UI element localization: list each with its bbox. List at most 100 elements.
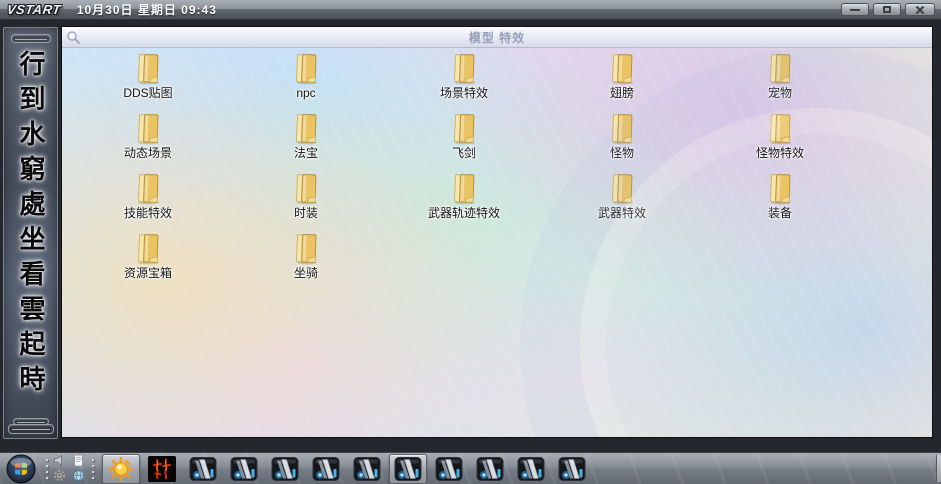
folder-label: 怪物: [610, 146, 634, 160]
folder-label: 场景特效: [440, 86, 488, 100]
folder-item[interactable]: 动态场景: [69, 110, 227, 170]
dark-app-icon: [476, 455, 504, 483]
globe-icon[interactable]: [72, 469, 85, 482]
minimize-icon: [850, 9, 860, 11]
folder-item[interactable]: 武器轨迹特效: [385, 170, 543, 230]
dark-app-icon: [353, 455, 381, 483]
taskbar-app-button[interactable]: [348, 454, 386, 484]
folder-icon: [289, 113, 323, 145]
dark-app-icon: [394, 455, 422, 483]
maximize-icon: [883, 6, 891, 13]
folder-icon: [605, 53, 639, 85]
folder-item[interactable]: 技能特效: [69, 170, 227, 230]
folder-icon: [605, 173, 639, 205]
folder-icon: [447, 173, 481, 205]
sidebar-poem: 行到水窮處坐看雲起時: [12, 50, 49, 400]
folder-item[interactable]: 武器特效: [543, 170, 701, 230]
search-bar[interactable]: 模型 特效: [62, 27, 932, 48]
folder-item[interactable]: 装备: [701, 170, 859, 230]
taskbar-app-button[interactable]: [307, 454, 345, 484]
taskbar-app-button[interactable]: [553, 454, 591, 484]
taskbar-app-button[interactable]: [512, 454, 550, 484]
minimize-button[interactable]: [841, 3, 869, 16]
taskbar-app-button[interactable]: [389, 454, 427, 484]
folder-label: 武器轨迹特效: [428, 206, 500, 220]
taskbar-app-button[interactable]: [471, 454, 509, 484]
sun-icon: [108, 456, 134, 482]
speaker-icon[interactable]: [53, 454, 66, 467]
folder-icon: [763, 173, 797, 205]
flame-calligraphy-icon: [148, 456, 176, 482]
folder-label: 坐骑: [294, 266, 318, 280]
folder-icon: [289, 53, 323, 85]
folder-label: 怪物特效: [756, 146, 804, 160]
taskbar-app-button[interactable]: [225, 454, 263, 484]
sidebar-panel: 行到水窮處坐看雲起時: [3, 27, 58, 439]
taskbar-app-button[interactable]: [266, 454, 304, 484]
folder-icon: [289, 233, 323, 265]
folder-item[interactable]: 场景特效: [385, 50, 543, 110]
taskbar-app-button[interactable]: [430, 454, 468, 484]
folder-item[interactable]: 资源宝箱: [69, 230, 227, 290]
folder-label: DDS贴图: [123, 86, 172, 100]
taskbar-app-button[interactable]: [184, 454, 222, 484]
folder-icon: [447, 113, 481, 145]
taskbar-items: [102, 454, 591, 484]
folder-label: 资源宝箱: [124, 266, 172, 280]
folder-item[interactable]: npc: [227, 50, 385, 110]
folder-item[interactable]: 坐骑: [227, 230, 385, 290]
desktop-screen: VSTART 10月30日 星期日 09:43 行到水窮處坐看雲起時 模型 特效: [0, 0, 941, 484]
folder-icon: [763, 53, 797, 85]
dark-app-icon: [271, 455, 299, 483]
close-button[interactable]: [905, 3, 935, 16]
folder-item[interactable]: 法宝: [227, 110, 385, 170]
folder-label: 技能特效: [124, 206, 172, 220]
quicklaunch-drag-handle[interactable]: [44, 457, 50, 481]
titlebar: VSTART 10月30日 星期日 09:43: [0, 0, 941, 20]
folder-icon: [131, 173, 165, 205]
dark-app-icon: [230, 455, 258, 483]
folder-label: npc: [296, 86, 315, 100]
folder-item[interactable]: 怪物特效: [701, 110, 859, 170]
dark-app-icon: [312, 455, 340, 483]
dark-app-icon: [558, 455, 586, 483]
quick-launch-area: [44, 454, 96, 484]
group-title: 模型 特效: [62, 29, 932, 46]
gear-icon[interactable]: [53, 469, 66, 482]
windows-start-orb[interactable]: [6, 454, 36, 484]
folder-label: 法宝: [294, 146, 318, 160]
folder-icon: [289, 173, 323, 205]
folder-icon: [131, 53, 165, 85]
folder-grid: DDS贴图 npc 场景特效: [69, 50, 859, 290]
folder-icon: [447, 53, 481, 85]
window-controls: [841, 3, 935, 16]
taskbar-flame-calligraphy-button[interactable]: [143, 454, 181, 484]
maximize-button[interactable]: [873, 3, 901, 16]
show-desktop-button[interactable]: [936, 455, 941, 482]
quicklaunch-drag-handle[interactable]: [90, 457, 96, 481]
folder-area: DDS贴图 npc 场景特效: [62, 48, 932, 437]
folder-item[interactable]: 宠物: [701, 50, 859, 110]
taskbar-sun-button[interactable]: [102, 454, 140, 484]
sidebar-collapse-handle-top[interactable]: [11, 34, 51, 43]
folder-label: 翅膀: [610, 86, 634, 100]
dark-app-icon: [517, 455, 545, 483]
folder-label: 武器特效: [598, 206, 646, 220]
vstart-logo: VSTART: [6, 2, 62, 17]
folder-item[interactable]: 飞剑: [385, 110, 543, 170]
folder-label: 宠物: [768, 86, 792, 100]
dark-app-icon: [189, 455, 217, 483]
dark-app-icon: [435, 455, 463, 483]
folder-item[interactable]: DDS贴图: [69, 50, 227, 110]
folder-label: 动态场景: [124, 146, 172, 160]
taskbar: [0, 452, 941, 484]
folder-icon: [131, 233, 165, 265]
notepad-icon[interactable]: [72, 454, 85, 467]
folder-icon: [131, 113, 165, 145]
folder-item[interactable]: 怪物: [543, 110, 701, 170]
sidebar-handle-bottom[interactable]: [8, 424, 54, 434]
folder-item[interactable]: 时装: [227, 170, 385, 230]
folder-label: 飞剑: [452, 146, 476, 160]
folder-icon: [605, 113, 639, 145]
folder-item[interactable]: 翅膀: [543, 50, 701, 110]
